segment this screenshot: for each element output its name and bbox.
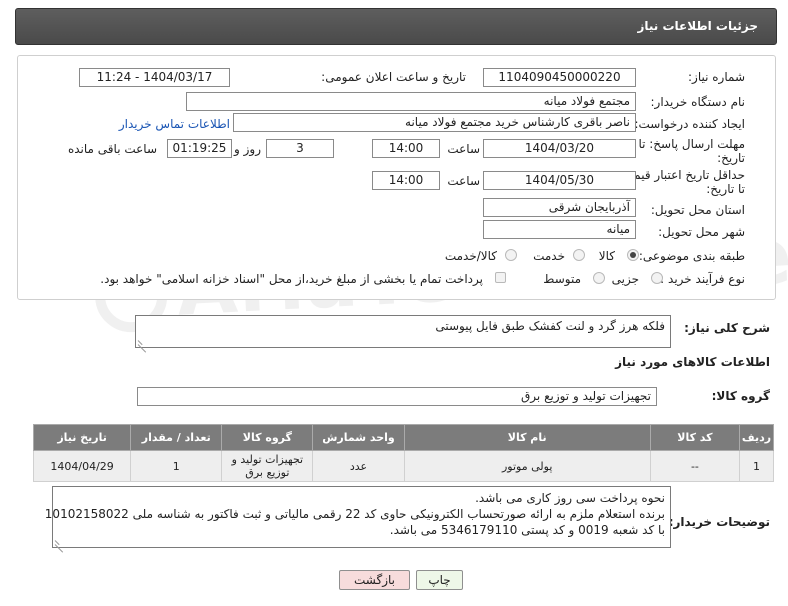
need-number-label: شماره نیاز: xyxy=(688,70,745,84)
resize-grip-icon[interactable] xyxy=(138,337,146,345)
validity-time-label: ساعت xyxy=(447,174,480,188)
category-option-both: کالا/خدمت xyxy=(444,249,497,263)
goods-group-field[interactable]: تجهیزات تولید و توزیع برق xyxy=(137,387,657,406)
category-label: طبقه بندی موضوعی: xyxy=(638,249,745,263)
col-header-need-date: تاریخ نیاز xyxy=(32,424,132,451)
table-row[interactable]: 1 -- پولی موتور عدد تجهیزات تولید و توزی… xyxy=(32,450,775,482)
deadline-time-field[interactable]: 14:00 xyxy=(372,139,440,158)
goods-section-title: اطلاعات کالاهای مورد نیاز xyxy=(615,355,770,369)
days-label: روز و xyxy=(234,142,261,156)
announce-field[interactable]: 1404/03/17 - 11:24 xyxy=(79,68,230,87)
buyer-field[interactable]: مجتمع فولاد میانه xyxy=(186,92,636,111)
creator-label: ایجاد کننده درخواست: xyxy=(634,117,745,131)
cell-row-number: 1 xyxy=(738,450,775,482)
province-label: استان محل تحویل: xyxy=(650,203,745,217)
payment-note: پرداخت تمام یا بخشی از مبلغ خرید،از محل … xyxy=(100,272,483,286)
page-title: جزئیات اطلاعات نیاز xyxy=(637,19,758,33)
category-radio-service[interactable] xyxy=(573,249,585,261)
time-remaining-label: ساعت باقی مانده xyxy=(67,142,157,156)
col-header-item-code: کد کالا xyxy=(649,424,740,451)
table-header-row: ردیف کد کالا نام کالا واحد شمارش گروه کا… xyxy=(32,424,775,451)
col-header-item-name: نام کالا xyxy=(403,424,651,451)
category-option-goods: کالا xyxy=(598,249,615,263)
city-label: شهر محل تحویل: xyxy=(658,225,745,239)
goods-group-label: گروه کالا: xyxy=(711,389,770,403)
buyer-label: نام دستگاه خریدار: xyxy=(650,95,746,109)
province-field[interactable]: آذربایجان شرقی xyxy=(483,198,636,217)
description-label: شرح کلی نیاز: xyxy=(684,321,770,335)
process-option-minor: جزیی xyxy=(611,272,639,286)
category-option-service: خدمت xyxy=(533,249,565,263)
goods-table: ردیف کد کالا نام کالا واحد شمارش گروه کا… xyxy=(32,424,775,482)
cell-item-name: پولی موتور xyxy=(403,450,651,482)
buyer-notes-textarea[interactable]: نحوه پرداخت سی روز کاری می باشد. برنده ا… xyxy=(44,486,671,548)
back-button[interactable]: بازگشت xyxy=(339,570,410,590)
process-option-medium: متوسط xyxy=(543,272,581,286)
cell-need-date: 1404/04/29 xyxy=(32,450,132,482)
page-header: جزئیات اطلاعات نیاز xyxy=(15,8,777,45)
description-text: فلکه هرز گرد و لنت کفشک طبق فایل پیوستی xyxy=(435,319,665,333)
process-radio-minor[interactable] xyxy=(651,272,663,284)
cell-unit: عدد xyxy=(312,450,405,482)
creator-field[interactable]: ناصر باقری کارشناس خرید مجتمع فولاد میان… xyxy=(233,113,636,132)
cell-group: تجهیزات تولید و توزیع برق xyxy=(221,450,314,482)
cell-quantity: 1 xyxy=(130,450,223,482)
need-number-field[interactable]: 1104090450000220 xyxy=(483,68,636,87)
col-header-group: گروه کالا xyxy=(221,424,314,451)
announce-label: تاریخ و ساعت اعلان عمومی: xyxy=(321,70,466,84)
validity-label-2: تا تاریخ: xyxy=(706,182,745,196)
validity-time-field[interactable]: 14:00 xyxy=(372,171,440,190)
col-header-unit: واحد شمارش xyxy=(312,424,405,451)
days-remaining-field[interactable]: 3 xyxy=(266,139,334,158)
description-textarea[interactable]: فلکه هرز گرد و لنت کفشک طبق فایل پیوستی xyxy=(135,315,671,348)
deadline-date-field[interactable]: 1404/03/20 xyxy=(483,139,636,158)
category-radio-goods[interactable] xyxy=(627,249,639,261)
category-radio-both[interactable] xyxy=(505,249,517,261)
cell-item-code: -- xyxy=(649,450,740,482)
print-button[interactable]: چاپ xyxy=(416,570,463,590)
buyer-notes-line-3: با کد شعبه 0019 و کد پستی 5346179110 می … xyxy=(389,523,665,537)
resize-grip-icon[interactable] xyxy=(55,537,63,545)
treasury-checkbox[interactable] xyxy=(495,272,506,283)
validity-date-field[interactable]: 1404/05/30 xyxy=(483,171,636,190)
deadline-label-1: مهلت ارسال پاسخ: تا xyxy=(638,137,745,151)
col-header-row-number: ردیف xyxy=(738,424,775,451)
deadline-label-2: تاریخ: xyxy=(717,151,745,165)
col-header-quantity: تعداد / مقدار xyxy=(130,424,223,451)
process-radio-medium[interactable] xyxy=(593,272,605,284)
validity-label-1: حداقل تاریخ اعتبار قیمت: xyxy=(618,168,745,182)
buyer-notes-label: توضیحات خریدار: xyxy=(668,515,770,529)
time-remaining-field[interactable]: 01:19:25 xyxy=(167,139,232,158)
contact-info-link[interactable]: اطلاعات تماس خریدار xyxy=(119,117,230,131)
process-label: نوع فرآیند خرید : xyxy=(660,272,745,286)
buyer-notes-line-2: برنده استعلام ملزم به ارائه صورتحساب الک… xyxy=(44,507,665,521)
city-field[interactable]: میانه xyxy=(483,220,636,239)
buyer-notes-line-1: نحوه پرداخت سی روز کاری می باشد. xyxy=(475,491,665,505)
deadline-time-label: ساعت xyxy=(447,142,480,156)
